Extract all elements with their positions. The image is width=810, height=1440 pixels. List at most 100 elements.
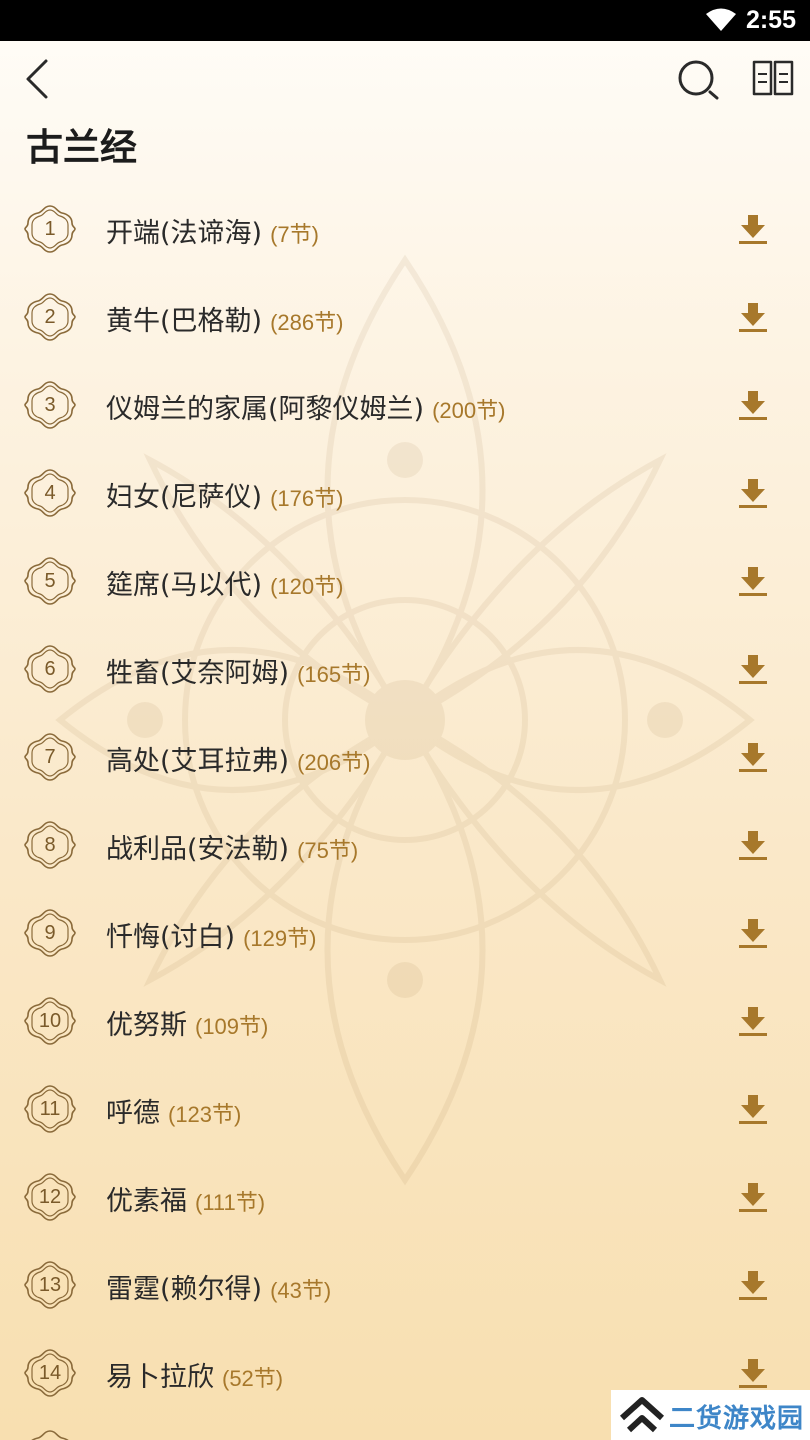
watermark: 二货游戏园 — [611, 1390, 810, 1440]
sura-row[interactable]: 1 开端(法谛海) (7节) — [0, 185, 810, 273]
verse-count: (52节) — [222, 1366, 284, 1391]
download-button[interactable] — [737, 1269, 769, 1301]
download-icon — [739, 1271, 767, 1300]
sura-row[interactable]: 12 优素福 (111节) — [0, 1153, 810, 1241]
sura-number-badge: 2 — [24, 291, 76, 343]
download-icon — [739, 919, 767, 948]
sura-number-badge: 1 — [24, 203, 76, 255]
sura-number-badge: 14 — [24, 1347, 76, 1399]
sura-title-line: 优努斯 (109节) — [106, 1003, 268, 1042]
sura-row[interactable]: 2 黄牛(巴格勒) (286节) — [0, 273, 810, 361]
sura-number: 1 — [44, 218, 56, 240]
download-button[interactable] — [737, 1005, 769, 1037]
sura-title-line: 仪姆兰的家属(阿黎仪姆兰) (200节) — [106, 387, 505, 426]
sura-row[interactable]: 13 雷霆(赖尔得) (43节) — [0, 1241, 810, 1329]
download-icon — [739, 831, 767, 860]
sura-title-line: 牲畜(艾奈阿姆) (165节) — [106, 651, 370, 690]
download-button[interactable] — [737, 1093, 769, 1125]
wifi-icon — [706, 8, 736, 36]
verse-count: (7节) — [270, 222, 319, 247]
sura-row[interactable]: 7 高处(艾耳拉弗) (206节) — [0, 713, 810, 801]
sura-row[interactable]: 5 筵席(马以代) (120节) — [0, 537, 810, 625]
verse-count: (109节) — [195, 1014, 269, 1039]
download-icon — [739, 303, 767, 332]
sura-name: 忏悔(讨白) — [106, 922, 236, 953]
sura-number-badge: 11 — [24, 1083, 76, 1135]
sura-number-badge: 12 — [24, 1171, 76, 1223]
sura-row[interactable]: 4 妇女(尼萨仪) (176节) — [0, 449, 810, 537]
sura-title-line: 优素福 (111节) — [106, 1179, 265, 1218]
verse-count: (206节) — [297, 750, 371, 775]
sura-number: 6 — [44, 658, 56, 680]
sura-row[interactable]: 9 忏悔(讨白) (129节) — [0, 889, 810, 977]
download-icon — [739, 655, 767, 684]
download-icon — [739, 567, 767, 596]
sura-title-line: 忏悔(讨白) (129节) — [106, 915, 316, 954]
sura-number: 5 — [44, 570, 56, 592]
download-button[interactable] — [737, 565, 769, 597]
verse-count: (43节) — [270, 1278, 332, 1303]
download-button[interactable] — [737, 741, 769, 773]
verse-count: (176节) — [270, 486, 344, 511]
sura-name: 牲畜(艾奈阿姆) — [106, 658, 290, 689]
sura-name: 黄牛(巴格勒) — [106, 306, 263, 337]
sura-number-badge: 3 — [24, 379, 76, 431]
download-button[interactable] — [737, 653, 769, 685]
sura-row[interactable]: 3 仪姆兰的家属(阿黎仪姆兰) (200节) — [0, 361, 810, 449]
verse-count: (200节) — [432, 398, 506, 423]
download-button[interactable] — [737, 1181, 769, 1213]
sura-title-line: 高处(艾耳拉弗) (206节) — [106, 739, 370, 778]
search-icon — [678, 60, 719, 100]
search-button[interactable] — [676, 59, 720, 103]
sura-number: 11 — [39, 1098, 61, 1120]
sura-number-badge: 4 — [24, 467, 76, 519]
sura-title-line: 战利品(安法勒) (75节) — [106, 827, 358, 866]
sura-title-line: 黄牛(巴格勒) (286节) — [106, 299, 343, 338]
download-button[interactable] — [737, 213, 769, 245]
sura-name: 仪姆兰的家属(阿黎仪姆兰) — [106, 394, 425, 425]
verse-count: (120节) — [270, 574, 344, 599]
header: 古兰经 — [0, 41, 810, 181]
sura-name: 妇女(尼萨仪) — [106, 482, 263, 513]
sura-row[interactable]: 10 优努斯 (109节) — [0, 977, 810, 1065]
chevron-left-icon — [26, 59, 48, 99]
download-button[interactable] — [737, 829, 769, 861]
sura-row[interactable]: 8 战利品(安法勒) (75节) — [0, 801, 810, 889]
reader-button[interactable] — [750, 57, 796, 99]
ornament-frame-icon — [31, 1430, 69, 1440]
sura-number-badge: 9 — [24, 907, 76, 959]
sura-name: 优努斯 — [106, 1010, 187, 1041]
sura-name: 雷霆(赖尔得) — [106, 1274, 263, 1305]
download-icon — [739, 215, 767, 244]
sura-name: 战利品(安法勒) — [106, 834, 290, 865]
open-book-icon — [752, 60, 794, 96]
sura-number: 9 — [44, 922, 56, 944]
download-button[interactable] — [737, 917, 769, 949]
verse-count: (129节) — [243, 926, 317, 951]
verse-count: (75节) — [297, 838, 359, 863]
sura-number-badge: 6 — [24, 643, 76, 695]
sura-number: 7 — [44, 746, 56, 768]
download-button[interactable] — [737, 1357, 769, 1389]
download-button[interactable] — [737, 301, 769, 333]
double-chevron-up-icon — [619, 1397, 665, 1433]
status-time: 2:55 — [745, 6, 796, 34]
sura-row[interactable]: 11 呼德 (123节) — [0, 1065, 810, 1153]
download-icon — [739, 743, 767, 772]
watermark-text: 二货游戏园 — [669, 1404, 805, 1434]
sura-row[interactable]: 6 牲畜(艾奈阿姆) (165节) — [0, 625, 810, 713]
sura-name: 开端(法谛海) — [106, 218, 263, 249]
sura-name: 呼德 — [106, 1098, 160, 1129]
download-button[interactable] — [737, 477, 769, 509]
verse-count: (165节) — [297, 662, 371, 687]
sura-number: 8 — [44, 834, 56, 856]
verse-count: (286节) — [270, 310, 344, 335]
sura-title-line: 易卜拉欣 (52节) — [106, 1355, 283, 1394]
download-button[interactable] — [737, 389, 769, 421]
sura-number-badge: 5 — [24, 555, 76, 607]
sura-number: 4 — [44, 482, 56, 504]
sura-number: 3 — [44, 394, 56, 416]
download-icon — [739, 1007, 767, 1036]
sura-name: 优素福 — [106, 1186, 187, 1217]
back-button[interactable] — [18, 57, 58, 101]
